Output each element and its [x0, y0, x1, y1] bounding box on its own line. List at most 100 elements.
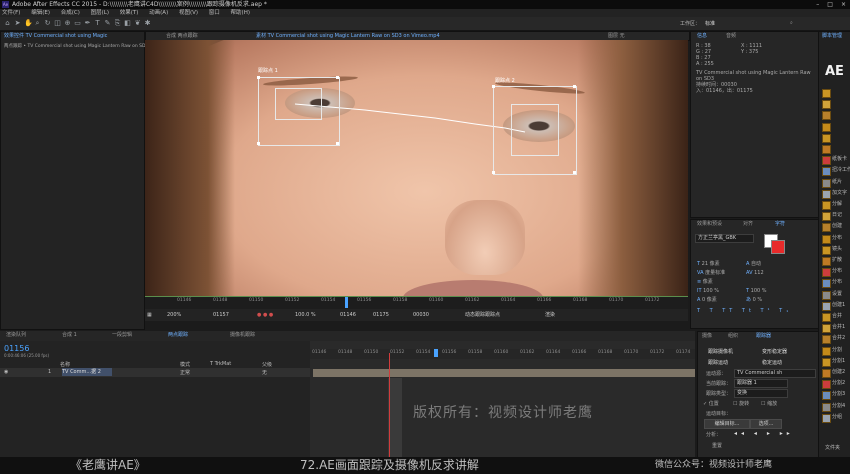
minimize-icon[interactable]: –	[816, 0, 819, 9]
tab-info[interactable]: 信息	[697, 32, 707, 41]
puppet-tool-icon[interactable]: ✱	[144, 19, 151, 27]
current-track-select[interactable]: 跟踪器 1	[734, 379, 788, 388]
timeline-ruler[interactable]: 01146 01148 01150 01152 01154 01156 0115…	[310, 349, 695, 359]
menu-layer[interactable]: 图层(L)	[91, 10, 109, 16]
script-item[interactable]	[822, 88, 850, 98]
track-handle[interactable]	[336, 76, 339, 79]
script-item[interactable]: 纸片	[822, 178, 850, 188]
close-icon[interactable]: ×	[841, 0, 846, 9]
script-item[interactable]: 分割2	[822, 379, 850, 390]
tab-comp-1[interactable]: 合成 1	[62, 331, 77, 340]
script-item[interactable]: 创建	[822, 222, 850, 233]
stroke-color-swatch[interactable]	[771, 240, 785, 254]
script-item[interactable]	[822, 144, 850, 154]
channel-icon[interactable]: ● ● ●	[257, 309, 273, 321]
horizontal-scale[interactable]: T 100 %	[746, 287, 767, 296]
script-item[interactable]	[822, 122, 850, 132]
roto-tool-icon[interactable]: ❦	[134, 19, 141, 27]
script-item[interactable]: 分割	[822, 346, 850, 356]
tab-clip[interactable]: 一段剪辑	[112, 331, 132, 340]
kerning[interactable]: AV 112	[746, 269, 767, 278]
layer-parent[interactable]: 无	[262, 369, 267, 376]
rotate-tool-icon[interactable]: ↻	[44, 19, 51, 27]
track-camera-button[interactable]: 跟踪摄像机	[708, 348, 733, 355]
script-item[interactable]: 扩散	[822, 256, 850, 266]
motion-source-select[interactable]: TV Commercial sh	[734, 369, 816, 378]
track-handle[interactable]	[573, 85, 576, 88]
script-item[interactable]: 分割4	[822, 402, 850, 412]
script-item[interactable]: 创建1	[822, 301, 850, 311]
viewer-playhead[interactable]	[345, 297, 348, 308]
pan-behind-tool-icon[interactable]: ⊕	[64, 19, 71, 27]
menu-file[interactable]: 文件(F)	[2, 10, 20, 16]
current-time[interactable]: 01156	[4, 344, 29, 353]
track-point-2-feature-region[interactable]	[511, 104, 559, 156]
script-item[interactable]: 分解	[822, 200, 850, 210]
script-item[interactable]: 创建2	[822, 368, 850, 378]
tracking[interactable]: VA 度量标准	[697, 269, 725, 278]
rotation-checkbox[interactable]: ☐ 旋转	[733, 400, 749, 407]
menu-view[interactable]: 视图(V)	[179, 10, 198, 16]
tab-effect-controls[interactable]: 效果控件 TV Commercial shot using Magic	[4, 32, 107, 41]
hand-tool-icon[interactable]: ✋	[24, 19, 33, 27]
menu-edit[interactable]: 编辑(E)	[31, 10, 50, 16]
script-item[interactable]: 设置	[822, 290, 850, 300]
track-motion-button[interactable]: 跟踪运动	[708, 359, 728, 366]
tab-audio[interactable]: 音频	[726, 32, 736, 41]
leading[interactable]: A 自动	[746, 260, 767, 269]
script-item[interactable]: 分组	[822, 413, 850, 423]
script-item[interactable]: 镜头	[822, 245, 850, 255]
baseline-shift[interactable]: A 0 像素	[697, 296, 725, 305]
track-handle[interactable]	[257, 142, 260, 145]
tab-two-point-track[interactable]: 两点跟踪	[168, 331, 188, 340]
track-handle[interactable]	[257, 76, 260, 79]
edit-target-button[interactable]: 编辑目标...	[704, 419, 750, 429]
font-size[interactable]: T 21 像素	[697, 260, 725, 269]
out-point[interactable]: 01175	[373, 309, 389, 321]
tab-align[interactable]: 对齐	[743, 220, 753, 229]
script-item[interactable]: 加文字	[822, 189, 850, 199]
pen-tool-icon[interactable]: ✒	[84, 19, 91, 27]
clone-tool-icon[interactable]: ⎘	[114, 19, 121, 27]
folder-label[interactable]: 文件夹	[825, 444, 840, 451]
script-item[interactable]: 合并1	[822, 323, 850, 334]
home-icon[interactable]: ⌂	[4, 19, 11, 27]
layer-row[interactable]: ◉ 1 TV Comm...据 2 正常 无	[0, 368, 310, 377]
current-frame[interactable]: 01157	[213, 309, 229, 321]
footage-viewer[interactable]: 跟踪点 1 跟踪点 2	[145, 40, 688, 296]
menu-window[interactable]: 窗口	[209, 10, 220, 16]
reset-button[interactable]: 重置	[712, 442, 722, 449]
zoom-select[interactable]: 200%	[167, 309, 181, 321]
brush-tool-icon[interactable]: ✎	[104, 19, 111, 27]
tab-organize[interactable]: 组织	[728, 332, 738, 341]
options-button[interactable]: 选项...	[750, 419, 782, 429]
tab-effects-presets[interactable]: 效果和预设	[697, 220, 722, 229]
analyze-buttons[interactable]: ◂◂ ◂ ▸ ▸▸	[734, 430, 794, 437]
script-item[interactable]: 纸板卡	[822, 155, 850, 166]
tab-tracker[interactable]: 跟踪器	[756, 332, 771, 341]
script-item[interactable]	[822, 133, 850, 143]
tab-camera[interactable]: 摄像	[702, 332, 712, 341]
tab-camera-track[interactable]: 摄像机跟踪	[230, 331, 255, 340]
selection-tool-icon[interactable]: ➤	[14, 19, 21, 27]
track-point-1-feature-region[interactable]	[275, 88, 322, 120]
script-item[interactable]: 分割1	[822, 357, 850, 367]
tab-character[interactable]: 字符	[775, 220, 785, 229]
grid-icon[interactable]: ▦	[147, 309, 152, 321]
scale-checkbox[interactable]: ☐ 缩放	[761, 400, 777, 407]
script-item[interactable]: 日记	[822, 211, 850, 222]
current-time-indicator[interactable]	[389, 353, 390, 457]
track-handle[interactable]	[492, 85, 495, 88]
track-type-select[interactable]: 变换	[734, 389, 788, 398]
viewer-time-ruler[interactable]: 01146 01148 01150 01152 01154 01156 0115…	[145, 296, 688, 309]
font-select[interactable]: 方正兰亭黑_GBK	[695, 234, 754, 243]
tsume[interactable]: あ 0 %	[746, 296, 767, 305]
script-item[interactable]: 合并	[822, 312, 850, 322]
search-help-icon[interactable]: ⌕	[790, 20, 793, 26]
layer-mode[interactable]: 正常	[180, 369, 190, 376]
text-style-buttons[interactable]: T T TT Tt T¹ T₁	[697, 308, 792, 314]
rectangle-tool-icon[interactable]: ▭	[74, 19, 81, 27]
stabilize-motion-button[interactable]: 稳定运动	[762, 359, 782, 366]
stroke-width[interactable]: ≡ 像素	[697, 278, 725, 287]
tab-render-queue[interactable]: 渲染队列	[6, 331, 26, 340]
